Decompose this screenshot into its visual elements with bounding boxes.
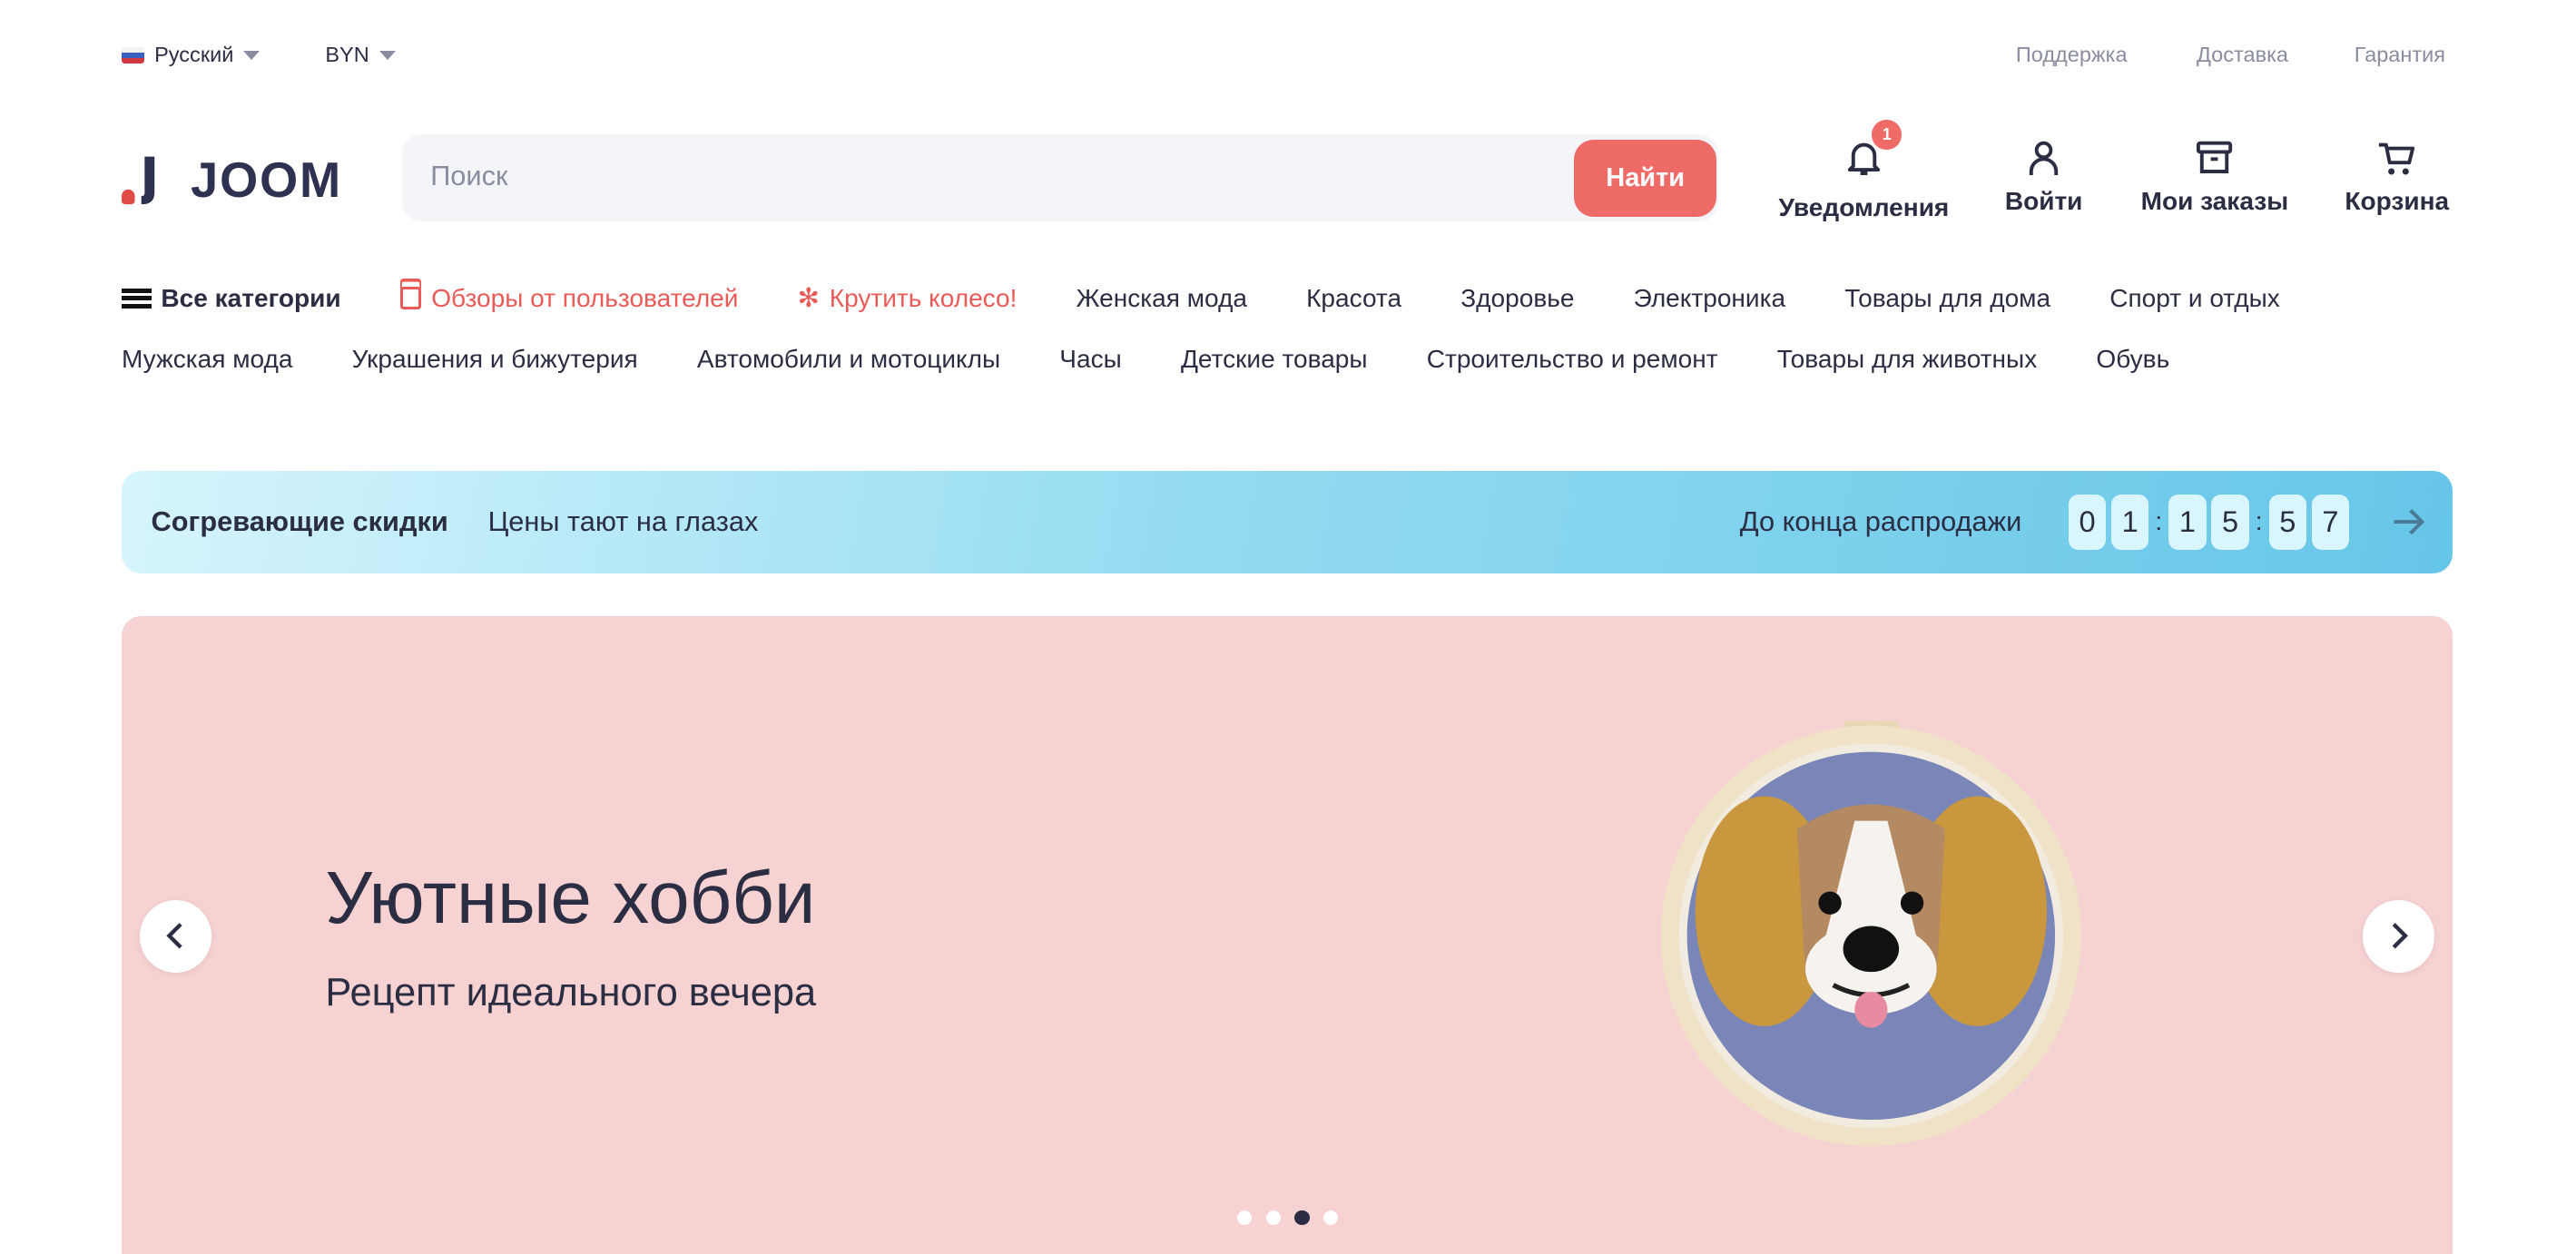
my-orders-button[interactable]: Мои заказы bbox=[2136, 134, 2294, 216]
joom-logo[interactable]: JOOM bbox=[121, 152, 343, 209]
my-orders-label: Мои заказы bbox=[2140, 187, 2289, 216]
category-nav-row-2: Мужская мода Украшения и бижутерия Автом… bbox=[122, 345, 2169, 374]
cart-label: Корзина bbox=[2345, 187, 2450, 216]
category-sport[interactable]: Спорт и отдых bbox=[2109, 282, 2280, 314]
carousel-dot[interactable] bbox=[1236, 1210, 1253, 1226]
cart-button[interactable]: Корзина bbox=[2339, 134, 2454, 216]
chevron-down-icon bbox=[243, 50, 261, 60]
category-womens-fashion[interactable]: Женская мода bbox=[1077, 282, 1247, 314]
login-button[interactable]: Войти bbox=[1994, 134, 2093, 216]
category-health[interactable]: Здоровье bbox=[1460, 282, 1574, 314]
wheel-icon: ✻ bbox=[797, 284, 820, 314]
notification-badge: 1 bbox=[1872, 120, 1903, 150]
login-label: Войти bbox=[2004, 187, 2083, 216]
search-button[interactable]: Найти bbox=[1573, 139, 1717, 217]
carousel-pagination bbox=[1236, 1210, 1352, 1226]
category-pets[interactable]: Товары для животных bbox=[1777, 345, 2038, 374]
cart-icon bbox=[2379, 143, 2415, 175]
search-input[interactable] bbox=[430, 159, 1548, 192]
user-reviews-link[interactable]: Обзоры от пользователей bbox=[399, 282, 739, 314]
delivery-link[interactable]: Доставка bbox=[2197, 43, 2288, 67]
notifications-button[interactable]: 1 Уведомления bbox=[1778, 120, 1950, 222]
countdown-digit: 0 bbox=[2068, 494, 2107, 551]
warranty-link[interactable]: Гарантия bbox=[2355, 43, 2445, 67]
all-categories-button[interactable]: Все категории bbox=[121, 282, 341, 314]
category-construction[interactable]: Строительство и ремонт bbox=[1427, 345, 1718, 374]
user-reviews-label: Обзоры от пользователей bbox=[431, 283, 739, 312]
hero-subtitle: Рецепт идеального вечера bbox=[325, 970, 817, 1014]
hero-title: Уютные хобби bbox=[325, 857, 816, 939]
sale-banner[interactable]: Согревающие скидки Цены тают на глазах Д… bbox=[121, 471, 2453, 573]
category-home-goods[interactable]: Товары для дома bbox=[1844, 282, 2050, 314]
orders-box-icon bbox=[2197, 142, 2233, 174]
countdown-digit: 1 bbox=[2110, 494, 2149, 551]
logo-text: JOOM bbox=[190, 152, 343, 208]
category-nav-row-1: Все категории Обзоры от пользователей ✻ К… bbox=[121, 282, 2280, 314]
chevron-left-icon bbox=[166, 923, 182, 949]
category-electronics[interactable]: Электроника bbox=[1634, 282, 1785, 314]
carousel-dot[interactable] bbox=[1322, 1210, 1339, 1226]
carousel-next-button[interactable] bbox=[2362, 899, 2435, 973]
chevron-down-icon bbox=[379, 50, 396, 60]
spin-wheel-label: Крутить колесо! bbox=[829, 283, 1018, 312]
notifications-label: Уведомления bbox=[1778, 193, 1950, 222]
language-selector[interactable]: Русский bbox=[121, 43, 261, 67]
support-link[interactable]: Поддержка bbox=[2016, 43, 2128, 67]
user-icon bbox=[2029, 142, 2059, 176]
sale-subtitle: Цены тают на глазах bbox=[487, 505, 759, 538]
search-bar: Найти bbox=[402, 134, 1719, 222]
spin-wheel-link[interactable]: ✻ Крутить колесо! bbox=[798, 282, 1018, 314]
category-kids[interactable]: Детские товары bbox=[1181, 345, 1368, 374]
countdown-digit: 5 bbox=[2211, 494, 2249, 551]
carousel-dot[interactable] bbox=[1294, 1210, 1310, 1226]
carousel-dot[interactable] bbox=[1265, 1210, 1281, 1226]
russian-flag-icon bbox=[121, 46, 145, 64]
countdown-timer: 0 1 : 1 5 : 5 7 bbox=[2068, 494, 2355, 551]
carousel-prev-button[interactable] bbox=[139, 899, 212, 973]
countdown-digit: 7 bbox=[2311, 494, 2350, 551]
chevron-right-icon bbox=[2392, 923, 2408, 949]
countdown-digit: 1 bbox=[2168, 494, 2207, 551]
arrow-right-icon bbox=[2394, 509, 2424, 535]
category-watches[interactable]: Часы bbox=[1059, 345, 1121, 374]
category-beauty[interactable]: Красота bbox=[1306, 282, 1401, 314]
countdown-digit: 5 bbox=[2268, 494, 2307, 551]
embroidery-dog-image bbox=[1660, 720, 2082, 1147]
category-shoes[interactable]: Обувь bbox=[2096, 345, 2169, 374]
countdown-label: До конца распродажи bbox=[1739, 505, 2022, 538]
joom-logo-icon bbox=[121, 156, 155, 205]
category-jewelry[interactable]: Украшения и бижутерия bbox=[352, 345, 638, 374]
all-categories-label: Все категории bbox=[161, 283, 341, 312]
sale-title: Согревающие скидки bbox=[151, 505, 448, 538]
currency-label: BYN bbox=[325, 43, 369, 67]
menu-icon bbox=[121, 288, 152, 309]
currency-selector[interactable]: BYN bbox=[325, 43, 396, 67]
category-mens-fashion[interactable]: Мужская мода bbox=[122, 345, 293, 374]
language-label: Русский bbox=[154, 43, 234, 67]
reviews-stack-icon bbox=[399, 287, 422, 310]
category-auto[interactable]: Автомобили и мотоциклы bbox=[697, 345, 1000, 374]
hero-carousel[interactable]: Уютные хобби Рецепт идеального вечера bbox=[121, 615, 2453, 1254]
